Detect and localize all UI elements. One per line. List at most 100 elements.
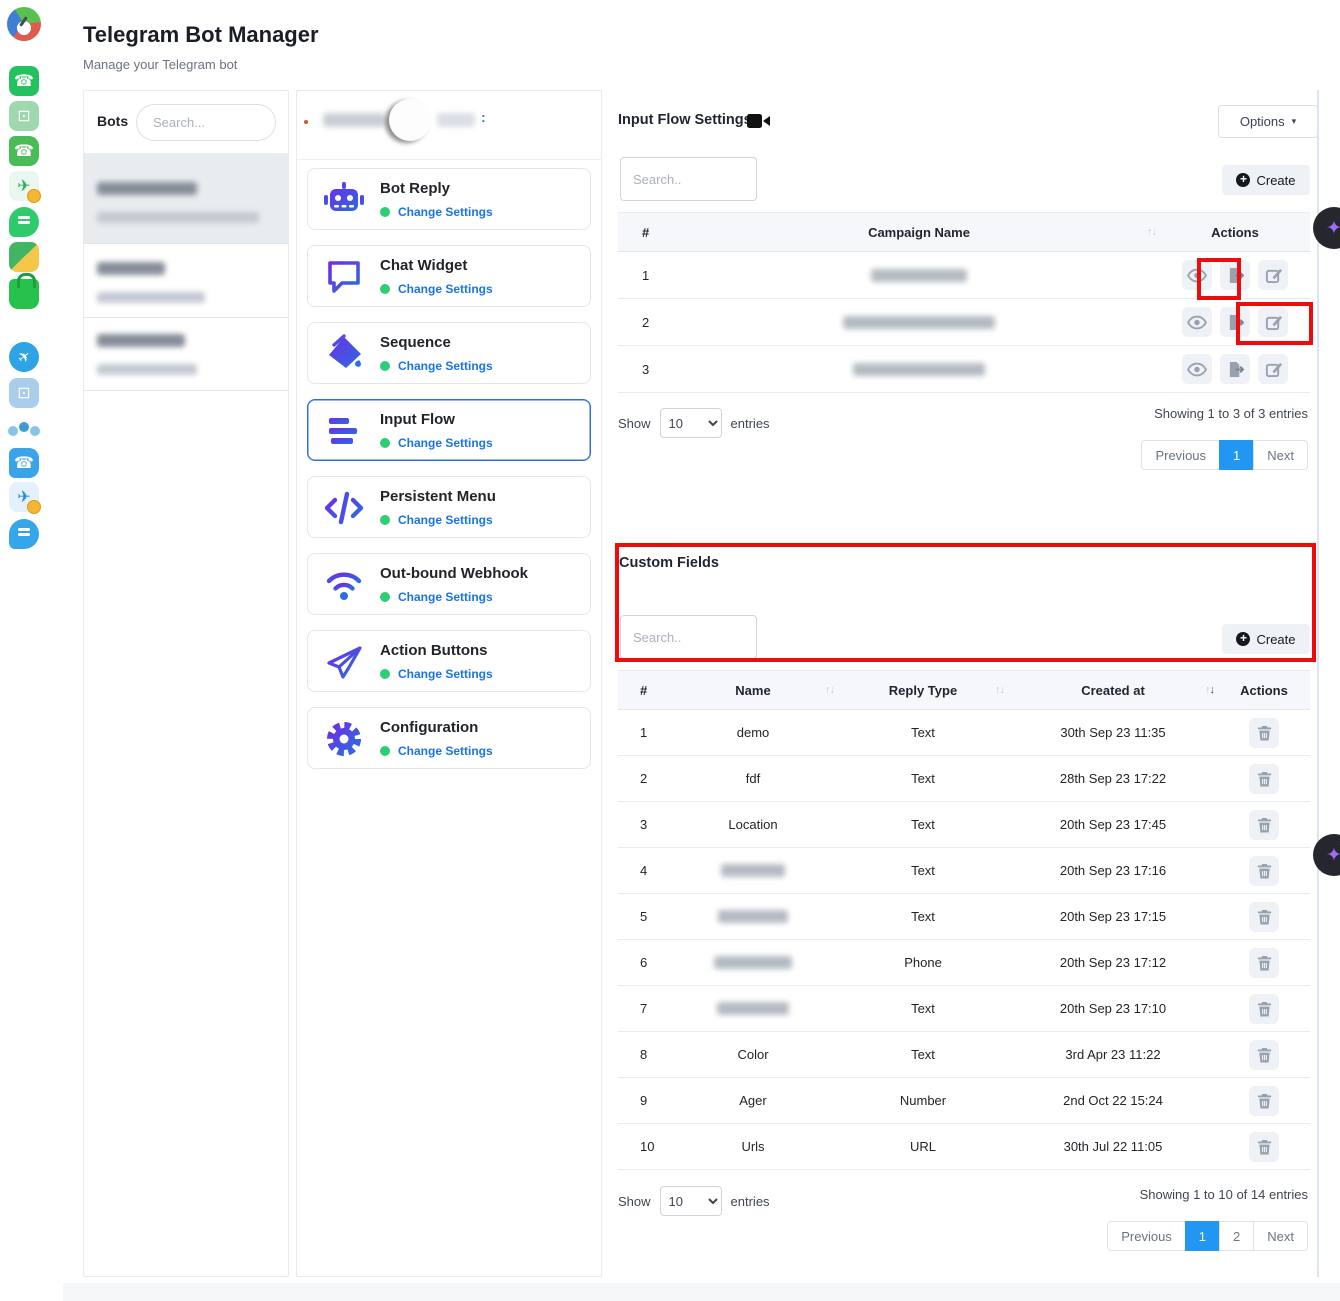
options-button[interactable]: Options ▾: [1218, 105, 1318, 138]
custom-fields-search-input[interactable]: [620, 615, 757, 659]
bot-username-redacted: [97, 292, 205, 303]
audience-group-icon[interactable]: [9, 412, 39, 442]
status-green-dot: [380, 592, 390, 602]
custom-field-row: 9 Ager Number 2nd Oct 22 15:24: [618, 1078, 1310, 1124]
phone-contacts-icon[interactable]: ☎: [9, 136, 39, 166]
card-action-buttons[interactable]: Action Buttons Change Settings: [307, 630, 591, 692]
chat-bubble-icon: [322, 255, 366, 299]
whatsapp-icon[interactable]: ☎: [9, 66, 39, 96]
phone-contacts-blue-icon[interactable]: ☎: [9, 448, 39, 478]
campaign-row: 3: [618, 346, 1310, 393]
card-input-flow[interactable]: Input Flow Change Settings: [307, 399, 591, 461]
chat-bubble-blue-icon[interactable]: [9, 519, 39, 549]
delete-button[interactable]: [1249, 1086, 1279, 1116]
card-persistent-menu[interactable]: Persistent Menu Change Settings: [307, 476, 591, 538]
speed-dashboard-icon[interactable]: [7, 7, 41, 41]
previous-page-button[interactable]: Previous: [1107, 1221, 1186, 1251]
delete-button[interactable]: [1249, 902, 1279, 932]
custom-field-row: 6 Phone 20th Sep 23 17:12: [618, 940, 1310, 986]
card-sequence[interactable]: Sequence Change Settings: [307, 322, 591, 384]
card-bot-reply[interactable]: Bot Reply Change Settings: [307, 168, 591, 230]
custom-fields-create-button[interactable]: + Create: [1222, 624, 1310, 654]
field-reply-type: URL: [838, 1139, 1008, 1154]
next-page-button[interactable]: Next: [1253, 1221, 1308, 1251]
bots-search-input[interactable]: [136, 104, 276, 141]
field-created-at: 20th Sep 23 17:10: [1008, 1001, 1218, 1016]
export-button[interactable]: [1220, 307, 1250, 337]
shop-bag-icon[interactable]: [9, 279, 39, 309]
integrations-puzzle-icon[interactable]: [9, 242, 39, 272]
change-settings-link[interactable]: Change Settings: [398, 282, 493, 296]
page-button[interactable]: 1: [1219, 440, 1254, 470]
export-button[interactable]: [1220, 354, 1250, 384]
previous-page-button[interactable]: Previous: [1141, 440, 1220, 470]
sort-icon[interactable]: ↑↓: [995, 684, 1004, 696]
delete-button[interactable]: [1249, 764, 1279, 794]
change-settings-link[interactable]: Change Settings: [398, 667, 493, 681]
view-button[interactable]: [1182, 260, 1212, 290]
sort-icon-desc[interactable]: ↑↓: [1205, 684, 1214, 696]
sort-icon[interactable]: ↑↓: [1147, 226, 1156, 238]
menu-dots[interactable]: :: [481, 109, 486, 125]
bottom-scrollbar-area[interactable]: [63, 1283, 1340, 1301]
field-name: Location: [728, 817, 777, 832]
field-reply-type: Text: [838, 771, 1008, 786]
trash-icon: [1257, 1047, 1272, 1063]
change-settings-link[interactable]: Change Settings: [398, 744, 493, 758]
change-settings-link[interactable]: Change Settings: [398, 436, 493, 450]
video-camera-icon[interactable]: [747, 113, 771, 129]
col-reply-type[interactable]: Reply Type ↑↓: [838, 683, 1008, 698]
card-title: Bot Reply: [380, 180, 450, 197]
card-outbound-webhook[interactable]: Out-bound Webhook Change Settings: [307, 553, 591, 615]
change-settings-link[interactable]: Change Settings: [398, 590, 493, 604]
edit-button[interactable]: [1258, 307, 1288, 337]
input-flow-search-input[interactable]: [620, 157, 757, 201]
page-size-select[interactable]: 10: [660, 1186, 722, 1216]
bots-panel-header: Bots: [84, 91, 288, 154]
bot-list-item[interactable]: [84, 244, 288, 318]
change-settings-link[interactable]: Change Settings: [398, 205, 493, 219]
bot-name-redacted: [97, 262, 165, 275]
campaign-plane-icon[interactable]: ✈: [9, 171, 39, 201]
change-settings-link[interactable]: Change Settings: [398, 359, 493, 373]
delete-button[interactable]: [1249, 1132, 1279, 1162]
edit-button[interactable]: [1258, 354, 1288, 384]
page-size-select[interactable]: 10: [660, 408, 722, 438]
page-button[interactable]: 2: [1219, 1221, 1254, 1251]
change-settings-link[interactable]: Change Settings: [398, 513, 493, 527]
delete-button[interactable]: [1249, 810, 1279, 840]
bot-avatar: [389, 99, 431, 141]
view-button[interactable]: [1182, 307, 1212, 337]
delete-button[interactable]: [1249, 718, 1279, 748]
sort-icon[interactable]: ↑↓: [825, 684, 834, 696]
col-name[interactable]: Name ↑↓: [668, 683, 838, 698]
custom-field-row: 2 fdf Text 28th Sep 23 17:22: [618, 756, 1310, 802]
delete-button[interactable]: [1249, 994, 1279, 1024]
field-name: Ager: [739, 1093, 766, 1108]
col-campaign[interactable]: Campaign Name ↑↓: [678, 225, 1160, 240]
delete-button[interactable]: [1249, 948, 1279, 978]
view-button[interactable]: [1182, 354, 1212, 384]
page-button[interactable]: 1: [1185, 1221, 1220, 1251]
telegram-icon[interactable]: ✈: [9, 342, 39, 372]
col-created-at[interactable]: Created at ↑↓: [1008, 683, 1218, 698]
bot-list-item[interactable]: [84, 154, 288, 244]
card-configuration[interactable]: Configuration Change Settings: [307, 707, 591, 769]
show-label: Show: [618, 416, 651, 431]
status-dot: [304, 120, 308, 124]
edit-button[interactable]: [1258, 260, 1288, 290]
file-export-icon: [1227, 267, 1244, 284]
next-page-button[interactable]: Next: [1253, 440, 1308, 470]
card-chat-widget[interactable]: Chat Widget Change Settings: [307, 245, 591, 307]
export-button[interactable]: [1220, 260, 1250, 290]
robot-assistant-blue-icon[interactable]: ⊡: [9, 378, 39, 408]
bot-list-item[interactable]: [84, 318, 288, 391]
robot-assistant-icon[interactable]: ⊡: [9, 101, 39, 131]
input-flow-create-button[interactable]: + Create: [1222, 165, 1310, 195]
delete-button[interactable]: [1249, 1040, 1279, 1070]
campaign-plane-blue-icon[interactable]: ✈: [9, 482, 39, 512]
scrollbar-track[interactable]: [1317, 90, 1319, 1277]
delete-button[interactable]: [1249, 856, 1279, 886]
field-reply-type: Text: [838, 863, 1008, 878]
chat-bubble-icon[interactable]: [9, 207, 39, 237]
